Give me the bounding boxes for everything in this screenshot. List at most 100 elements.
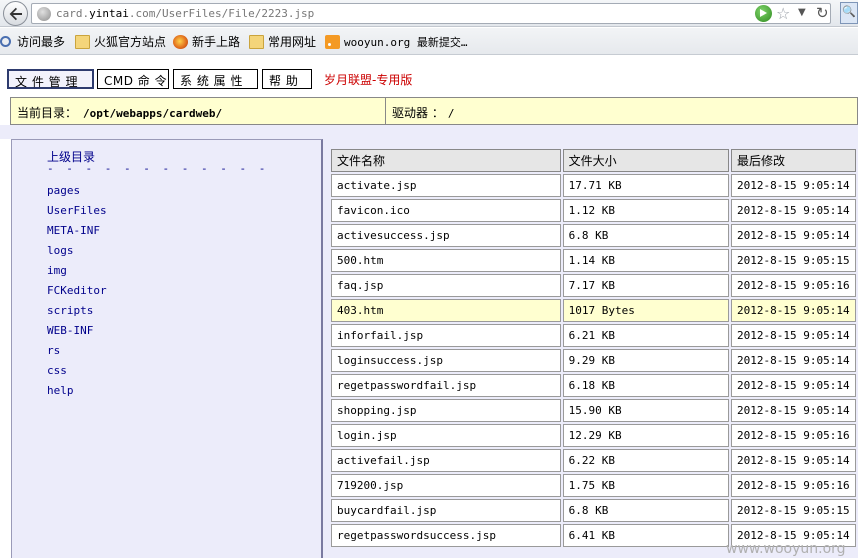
firefox-icon (173, 34, 188, 49)
file-size-cell: 1.14 KB (562, 249, 730, 272)
table-row[interactable]: buycardfail.jsp 6.8 KB 2012-8-15 9:05:15 (331, 499, 856, 522)
table-row[interactable]: favicon.ico 1.12 KB 2012-8-15 9:05:14 (331, 199, 856, 222)
file-modified-cell: 2012-8-15 9:05:16 (731, 274, 856, 297)
tab-cmd[interactable]: CMD 命 令 (97, 69, 169, 89)
table-row[interactable]: 500.htm 1.14 KB 2012-8-15 9:05:15 (331, 249, 856, 272)
file-size-cell: 6.21 KB (562, 324, 730, 347)
file-name-cell[interactable]: faq.jsp (331, 274, 561, 297)
back-arrow-icon (9, 7, 22, 21)
directory-link[interactable]: scripts (47, 304, 107, 324)
go-icon[interactable] (755, 5, 772, 22)
directory-list: pages UserFiles META-INF logs img FCKeditor sc… (47, 184, 107, 404)
directory-link[interactable]: META-INF (47, 224, 107, 244)
tab-file-manager[interactable]: 文 件 管 理 (7, 69, 94, 89)
file-size-cell: 12.29 KB (562, 424, 730, 447)
bookmark-most-visited[interactable]: 访问最多 (0, 33, 65, 50)
tab-system-properties[interactable]: 系 统 属 性 (173, 69, 258, 89)
file-size-cell: 7.17 KB (562, 274, 730, 297)
file-name-cell[interactable]: buycardfail.jsp (331, 499, 561, 522)
search-icon (0, 36, 11, 47)
site-identity-icon[interactable] (37, 7, 51, 21)
table-row[interactable]: regetpasswordfail.jsp 6.18 KB 2012-8-15 9:… (331, 374, 856, 397)
file-size-cell: 6.22 KB (562, 449, 730, 472)
file-size-cell: 17.71 KB (562, 174, 730, 197)
file-modified-cell: 2012-8-15 9:05:14 (731, 449, 856, 472)
file-size-cell: 15.90 KB (562, 399, 730, 422)
path-bar: 当前目录：/opt/webapps/cardweb/ 驱动器 ： / (10, 97, 858, 125)
directory-link[interactable]: WEB-INF (47, 324, 107, 344)
table-row[interactable]: inforfail.jsp 6.21 KB 2012-8-15 9:05:14 (331, 324, 856, 347)
table-row[interactable]: activefail.jsp 6.22 KB 2012-8-15 9:05:14 (331, 449, 856, 472)
file-name-cell[interactable]: activesuccess.jsp (331, 224, 561, 247)
table-row[interactable]: login.jsp 12.29 KB 2012-8-15 9:05:16 (331, 424, 856, 447)
chevron-down-icon[interactable]: ▼ (798, 7, 806, 18)
table-row[interactable]: 403.htm 1017 Bytes 2012-8-15 9:05:14 (331, 299, 856, 322)
file-modified-cell: 2012-8-15 9:05:14 (731, 374, 856, 397)
directory-link[interactable]: UserFiles (47, 204, 107, 224)
back-button[interactable] (3, 1, 28, 26)
table-row[interactable]: activesuccess.jsp 6.8 KB 2012-8-15 9:05:14 (331, 224, 856, 247)
file-size-cell: 6.18 KB (562, 374, 730, 397)
file-modified-cell: 2012-8-15 9:05:14 (731, 299, 856, 322)
folder-icon (75, 34, 90, 49)
search-engine-icon[interactable] (840, 2, 858, 24)
file-size-cell: 9.29 KB (562, 349, 730, 372)
directory-link[interactable]: rs (47, 344, 107, 364)
table-row[interactable]: activate.jsp 17.71 KB 2012-8-15 9:05:14 (331, 174, 856, 197)
file-name-cell[interactable]: loginsuccess.jsp (331, 349, 561, 372)
table-row[interactable]: loginsuccess.jsp 9.29 KB 2012-8-15 9:05:14 (331, 349, 856, 372)
file-name-cell[interactable]: inforfail.jsp (331, 324, 561, 347)
divider (385, 98, 386, 124)
file-size-cell: 1017 Bytes (562, 299, 730, 322)
directory-link[interactable]: FCKeditor (47, 284, 107, 304)
column-header-modified[interactable]: 最后修改 (731, 149, 856, 172)
directory-link[interactable]: help (47, 384, 107, 404)
file-modified-cell: 2012-8-15 9:05:14 (731, 199, 856, 222)
watermark: www.wooyun.org (726, 541, 846, 557)
file-name-cell[interactable]: shopping.jsp (331, 399, 561, 422)
file-name-cell[interactable]: favicon.ico (331, 199, 561, 222)
bookmark-common-sites[interactable]: 常用网址 (249, 33, 316, 50)
bookmark-getting-started[interactable]: 新手上路 (173, 33, 240, 50)
directory-link[interactable]: img (47, 264, 107, 284)
separator: - - - - - - - - - - - - (47, 162, 269, 175)
directory-link[interactable]: logs (47, 244, 107, 264)
file-modified-cell: 2012-8-15 9:05:14 (731, 349, 856, 372)
column-header-name[interactable]: 文件名称 (331, 149, 561, 172)
file-name-cell[interactable]: regetpasswordsuccess.jsp (331, 524, 561, 547)
address-bar[interactable]: card.yintai.com/UserFiles/File/2223.jsp … (31, 3, 831, 24)
file-size-cell: 1.75 KB (562, 474, 730, 497)
bookmark-firefox-site[interactable]: 火狐官方站点 (75, 33, 166, 50)
file-name-cell[interactable]: 719200.jsp (331, 474, 561, 497)
file-table: 文件名称 文件大小 最后修改 activate.jsp 17.71 KB 2012-… (329, 147, 858, 549)
file-size-cell: 6.41 KB (562, 524, 730, 547)
file-name-cell[interactable]: activefail.jsp (331, 449, 561, 472)
directory-sidebar: 上级目录 - - - - - - - - - - - - pages UserFi… (11, 139, 323, 558)
url-text: card.yintai.com/UserFiles/File/2223.jsp (56, 7, 315, 20)
reload-icon[interactable]: ↻ (816, 4, 829, 22)
file-name-cell[interactable]: activate.jsp (331, 174, 561, 197)
table-row[interactable]: 719200.jsp 1.75 KB 2012-8-15 9:05:16 (331, 474, 856, 497)
spacer-band (0, 125, 858, 139)
table-row[interactable]: faq.jsp 7.17 KB 2012-8-15 9:05:16 (331, 274, 856, 297)
column-header-size[interactable]: 文件大小 (562, 149, 730, 172)
file-modified-cell: 2012-8-15 9:05:16 (731, 424, 856, 447)
file-name-cell[interactable]: 403.htm (331, 299, 561, 322)
file-list-panel: 文件名称 文件大小 最后修改 activate.jsp 17.71 KB 2012-… (323, 139, 858, 558)
bookmark-wooyun-feed[interactable]: wooyun.org 最新提交… (325, 33, 467, 50)
table-row[interactable]: shopping.jsp 15.90 KB 2012-8-15 9:05:14 (331, 399, 856, 422)
table-header-row: 文件名称 文件大小 最后修改 (331, 149, 856, 172)
bookmarks-bar: 访问最多 火狐官方站点 新手上路 常用网址 wooyun.org 最新提交… (0, 28, 858, 55)
drive-value: / (447, 107, 455, 120)
directory-link[interactable]: pages (47, 184, 107, 204)
tab-help[interactable]: 帮 助 (262, 69, 312, 89)
file-name-cell[interactable]: 500.htm (331, 249, 561, 272)
directory-link[interactable]: css (47, 364, 107, 384)
file-size-cell: 6.8 KB (562, 224, 730, 247)
file-name-cell[interactable]: regetpasswordfail.jsp (331, 374, 561, 397)
file-size-cell: 6.8 KB (562, 499, 730, 522)
file-rows: activate.jsp 17.71 KB 2012-8-15 9:05:14 fav… (331, 174, 856, 547)
bookmark-star-icon[interactable]: ☆ (776, 4, 790, 23)
file-name-cell[interactable]: login.jsp (331, 424, 561, 447)
file-modified-cell: 2012-8-15 9:05:16 (731, 474, 856, 497)
